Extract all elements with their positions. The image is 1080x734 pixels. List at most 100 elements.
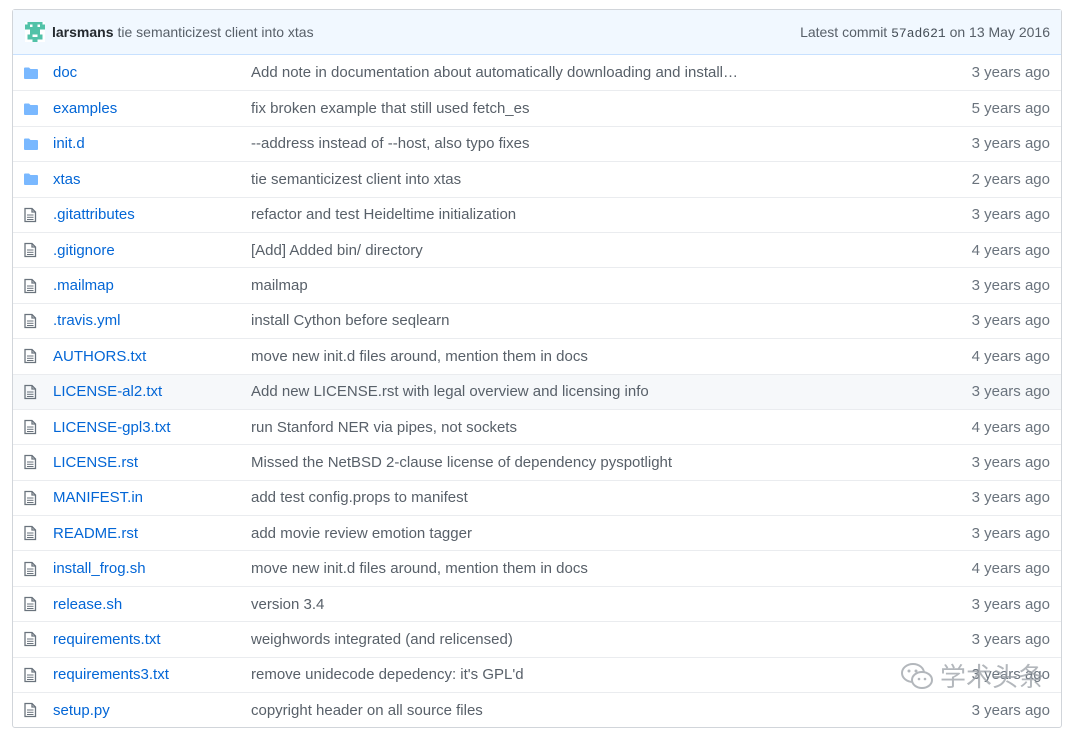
commit-message-link[interactable]: Missed the NetBSD 2-clause license of de… — [251, 454, 871, 471]
commit-age: 5 years ago — [971, 100, 1050, 118]
file-row[interactable]: .gitattributes refactor and test Heidelti… — [13, 196, 1061, 232]
file-name-link[interactable]: MANIFEST.in — [53, 489, 251, 506]
file-name-link[interactable]: LICENSE.rst — [53, 454, 251, 471]
file-icon — [13, 490, 53, 506]
folder-icon — [13, 172, 53, 186]
file-row[interactable]: xtas tie semanticizest client into xtas 2 … — [13, 161, 1061, 196]
commit-message-link[interactable]: tie semanticizest client into xtas — [251, 171, 871, 188]
commit-message-link[interactable]: weighwords integrated (and relicensed) — [251, 631, 871, 648]
file-name-link[interactable]: .gitattributes — [53, 206, 251, 223]
commit-message-link[interactable]: run Stanford NER via pipes, not sockets — [251, 419, 871, 436]
commit-author-link[interactable]: larsmans — [52, 24, 113, 40]
file-name-link[interactable]: requirements3.txt — [53, 666, 251, 683]
commit-message-link[interactable]: refactor and test Heideltime initializat… — [251, 206, 871, 223]
commit-message-link[interactable]: --address instead of --host, also typo f… — [251, 135, 871, 152]
commit-message-link[interactable]: Add new LICENSE.rst with legal overview … — [251, 383, 871, 400]
file-name-link[interactable]: LICENSE-gpl3.txt — [53, 419, 251, 436]
commit-age: 3 years ago — [971, 595, 1050, 613]
commit-message-link[interactable]: add test config.props to manifest — [251, 489, 871, 506]
commit-age: 3 years ago — [971, 383, 1050, 401]
file-row[interactable]: release.sh version 3.4 3 years ago — [13, 585, 1061, 621]
file-name-link[interactable]: setup.py — [53, 702, 251, 719]
file-name-link[interactable]: LICENSE-al2.txt — [53, 383, 251, 400]
file-name-link[interactable]: xtas — [53, 171, 251, 188]
commit-age: 3 years ago — [971, 64, 1050, 82]
commit-age: 3 years ago — [971, 453, 1050, 471]
file-name-link[interactable]: doc — [53, 64, 251, 81]
folder-icon — [13, 137, 53, 151]
commit-message-link[interactable]: move new init.d files around, mention th… — [251, 560, 871, 577]
commit-age: 3 years ago — [971, 630, 1050, 648]
file-name-link[interactable]: .gitignore — [53, 242, 251, 259]
commit-age: 3 years ago — [971, 206, 1050, 224]
file-icon — [13, 702, 53, 718]
latest-commit-info: Latest commit 57ad621 on 13 May 2016 — [800, 24, 1050, 41]
commit-date: on 13 May 2016 — [949, 23, 1050, 40]
folder-icon — [13, 66, 53, 80]
file-row[interactable]: requirements.txt weighwords integrated (a… — [13, 621, 1061, 656]
commit-message-link[interactable]: copyright header on all source files — [251, 702, 871, 719]
watermark: 学术头条 — [900, 657, 1044, 694]
file-row[interactable]: examples fix broken example that still us… — [13, 90, 1061, 125]
file-row[interactable]: .travis.yml install Cython before seqlear… — [13, 302, 1061, 338]
file-icon — [13, 596, 53, 612]
commit-message-link[interactable]: install Cython before seqlearn — [251, 312, 871, 329]
commit-age: 4 years ago — [971, 241, 1050, 259]
file-row[interactable]: .gitignore [Add] Added bin/ directory 4 ye… — [13, 231, 1061, 267]
folder-icon — [13, 102, 53, 116]
commit-age: 3 years ago — [971, 135, 1050, 153]
file-name-link[interactable]: install_frog.sh — [53, 560, 251, 577]
commit-message-link[interactable]: version 3.4 — [251, 596, 871, 613]
file-row[interactable]: setup.py copyright header on all source f… — [13, 692, 1061, 727]
file-icon — [13, 313, 53, 329]
file-icon — [13, 384, 53, 400]
file-row[interactable]: AUTHORS.txt move new init.d files around,… — [13, 338, 1061, 373]
commit-message-link[interactable]: [Add] Added bin/ directory — [251, 242, 871, 259]
file-row[interactable]: LICENSE-gpl3.txt run Stanford NER via pip… — [13, 408, 1061, 444]
file-name-link[interactable]: requirements.txt — [53, 631, 251, 648]
file-row[interactable]: LICENSE.rst Missed the NetBSD 2-clause li… — [13, 444, 1061, 479]
commit-age: 3 years ago — [971, 524, 1050, 542]
file-name-link[interactable]: AUTHORS.txt — [53, 348, 251, 365]
file-icon — [13, 631, 53, 647]
watermark-text: 学术头条 — [939, 662, 1044, 692]
commit-message-link[interactable]: tie semanticizest client into xtas — [117, 24, 313, 40]
file-icon — [13, 561, 53, 577]
file-name-link[interactable]: init.d — [53, 135, 251, 152]
commit-age: 4 years ago — [971, 560, 1050, 578]
file-icon — [13, 525, 53, 541]
commit-message-link[interactable]: remove unidecode depedency: it's GPL'd — [251, 666, 871, 683]
file-row[interactable]: install_frog.sh move new init.d files aro… — [13, 550, 1061, 585]
commit-message-link[interactable]: mailmap — [251, 277, 871, 294]
file-row[interactable]: .mailmap mailmap 3 years ago — [13, 267, 1061, 302]
commit-sha-link[interactable]: 57ad621 — [891, 26, 946, 41]
file-row[interactable]: LICENSE-al2.txt Add new LICENSE.rst with … — [13, 373, 1061, 409]
commit-age: 3 years ago — [971, 489, 1050, 507]
file-icon — [13, 278, 53, 294]
commit-message-link[interactable]: move new init.d files around, mention th… — [251, 348, 871, 365]
file-row[interactable]: README.rst add movie review emotion tagge… — [13, 515, 1061, 550]
file-icon — [13, 348, 53, 364]
file-icon — [13, 419, 53, 435]
file-name-link[interactable]: README.rst — [53, 525, 251, 542]
commit-age: 4 years ago — [971, 347, 1050, 365]
commit-message-link[interactable]: add movie review emotion tagger — [251, 525, 871, 542]
commit-age: 4 years ago — [971, 418, 1050, 436]
file-icon — [13, 454, 53, 470]
file-name-link[interactable]: examples — [53, 100, 251, 117]
file-row[interactable]: MANIFEST.in add test config.props to mani… — [13, 479, 1061, 515]
avatar[interactable] — [25, 22, 45, 42]
wechat-icon — [900, 662, 933, 689]
file-row[interactable]: doc Add note in documentation about autom… — [13, 55, 1061, 90]
commit-message-link[interactable]: fix broken example that still used fetch… — [251, 100, 871, 117]
commit-age: 3 years ago — [971, 277, 1050, 295]
file-name-link[interactable]: release.sh — [53, 596, 251, 613]
file-icon — [13, 667, 53, 683]
file-name-link[interactable]: .mailmap — [53, 277, 251, 294]
latest-commit-label: Latest commit — [800, 23, 888, 40]
commit-message-link[interactable]: Add note in documentation about automati… — [251, 64, 871, 81]
file-icon — [13, 242, 53, 258]
file-row[interactable]: init.d --address instead of --host, also … — [13, 125, 1061, 161]
file-name-link[interactable]: .travis.yml — [53, 312, 251, 329]
commit-age: 3 years ago — [971, 701, 1050, 719]
